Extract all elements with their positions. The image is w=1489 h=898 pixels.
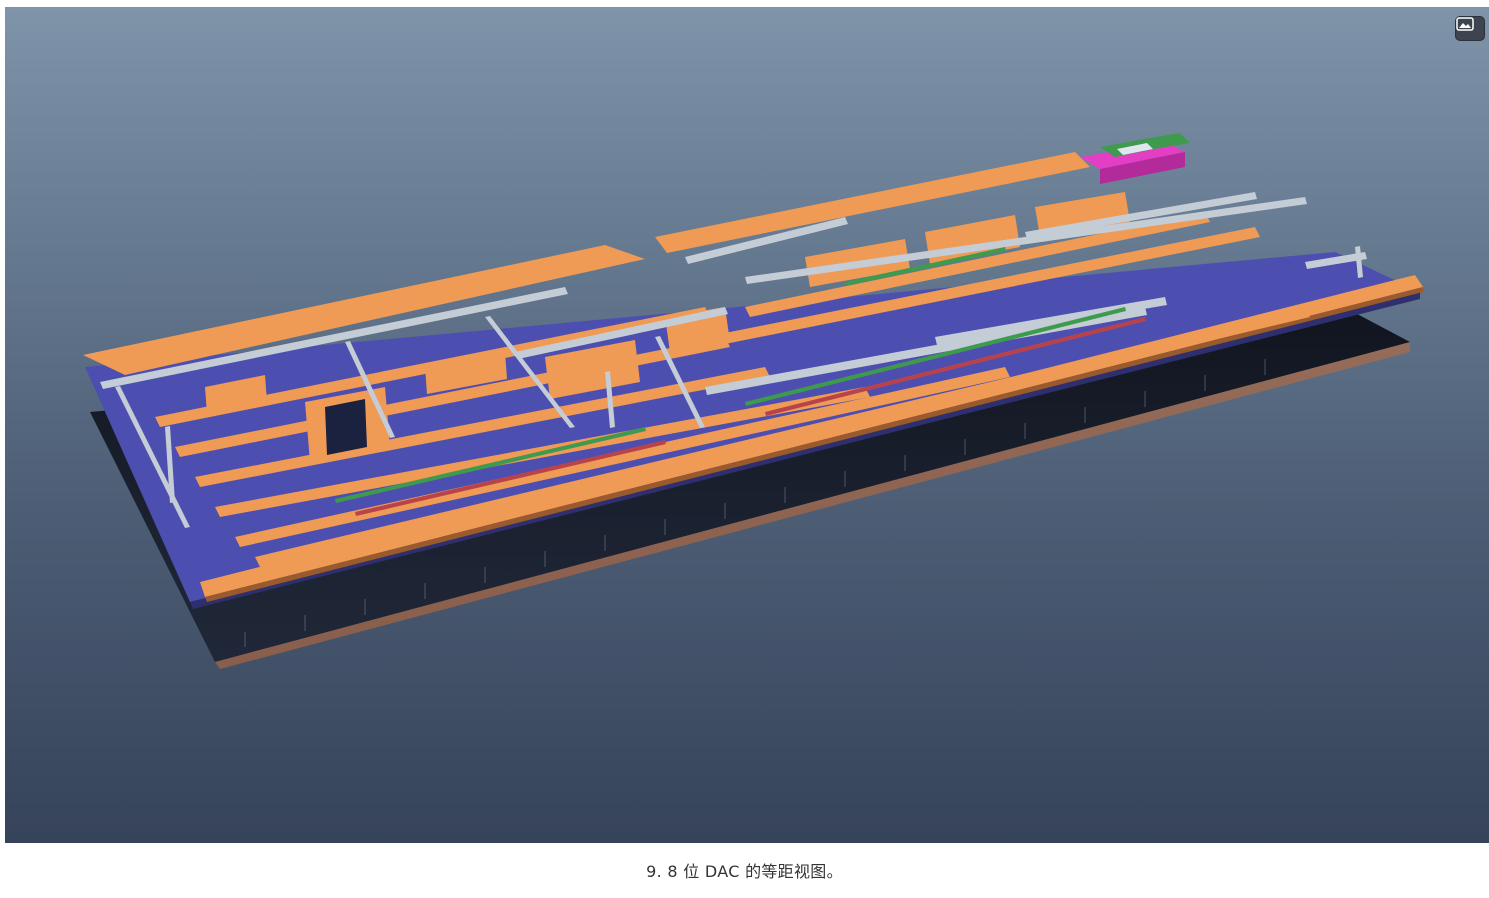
dac-isometric-render (5, 7, 1489, 843)
image-icon (1456, 17, 1474, 31)
pad-cluster (1080, 133, 1190, 184)
image-view-button[interactable] (1455, 16, 1485, 41)
figure-caption: 9. 8 位 DAC 的等距视图。 (646, 862, 843, 881)
dac-layout-illustration (83, 133, 1423, 669)
figure: 9. 8 位 DAC 的等距视图。 (0, 0, 1489, 898)
